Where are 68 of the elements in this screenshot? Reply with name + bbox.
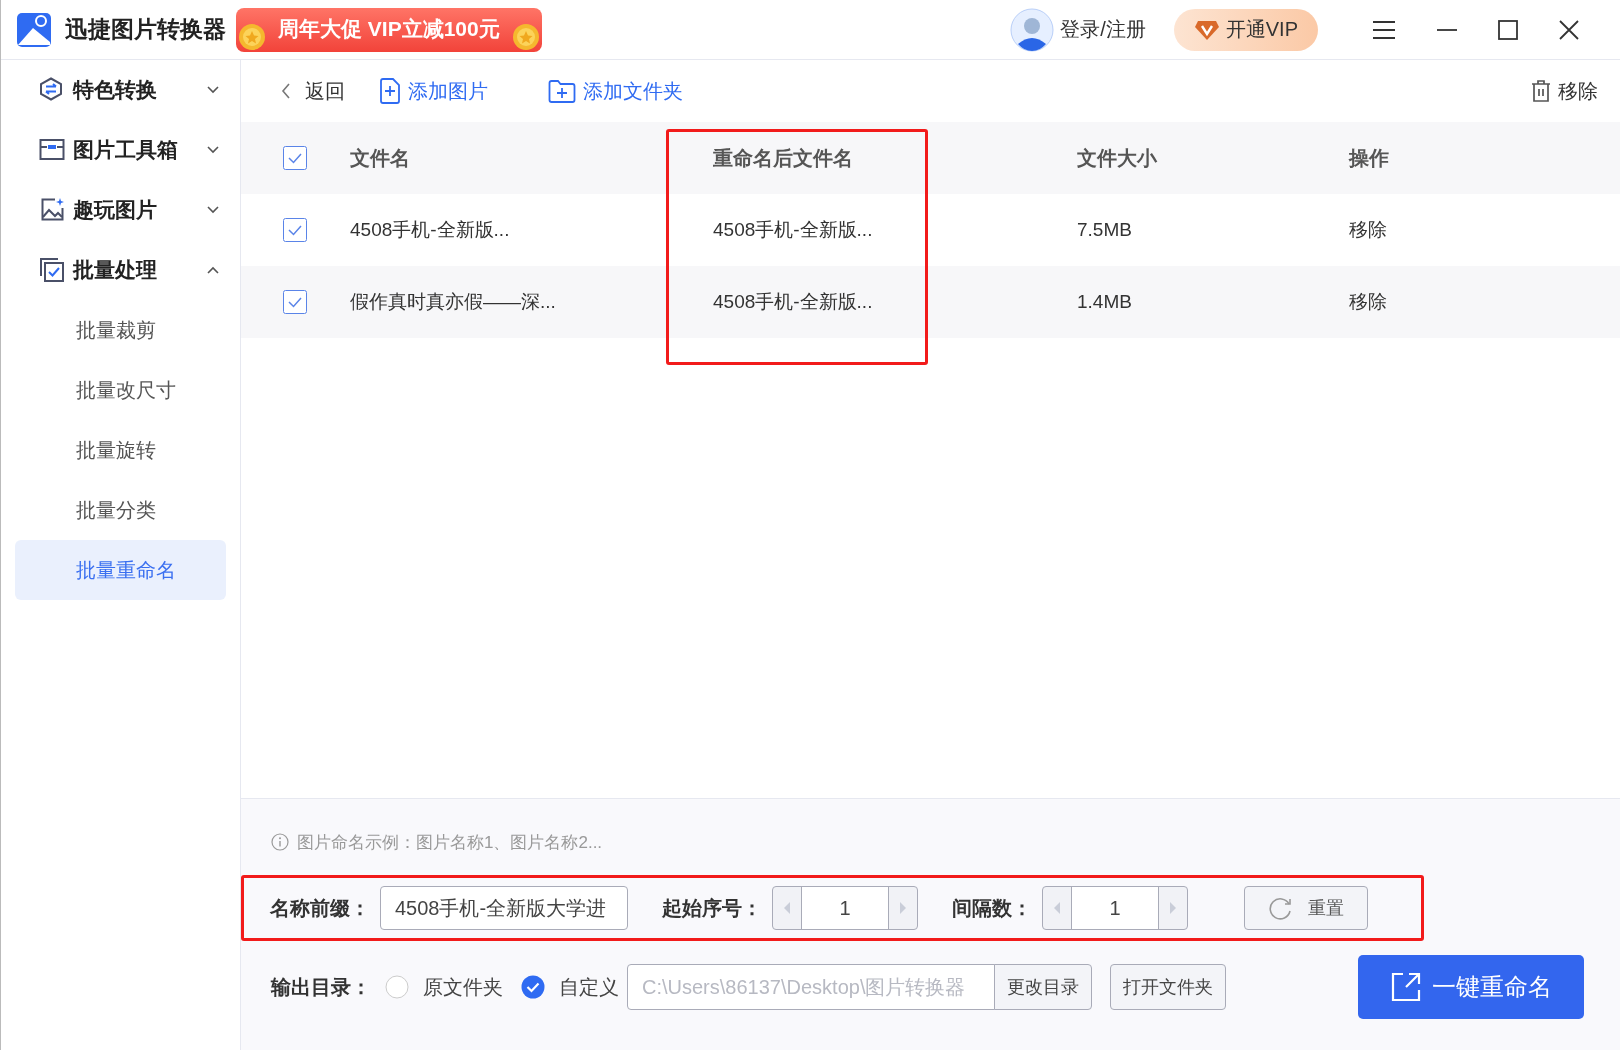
rename-button[interactable]: 一键重命名	[1358, 955, 1584, 1019]
field-label: 间隔数：	[952, 895, 1032, 921]
info-icon	[271, 833, 289, 851]
add-folder-button[interactable]: 添加文件夹	[548, 77, 683, 105]
checked-checkbox[interactable]	[283, 290, 307, 314]
close-icon[interactable]	[1558, 18, 1580, 41]
table-cell-text: 假作真时真亦假——深...	[350, 290, 557, 314]
checked-checkbox[interactable]	[283, 218, 307, 242]
radio-option[interactable]: 原文件夹	[385, 973, 503, 1001]
table-cell-text: 4508手机-全新版...	[713, 218, 874, 242]
hint-text: 图片命名示例：图片名称1、图片名称2...	[297, 831, 603, 854]
remove-button[interactable]: 移除	[1531, 77, 1598, 105]
menu-icon[interactable]	[1372, 19, 1396, 40]
column-header: 操作	[1349, 145, 1390, 171]
field-label: 名称前缀：	[270, 895, 370, 921]
refresh-icon	[1268, 896, 1294, 920]
avatar-icon	[1010, 7, 1055, 52]
sidebar-group[interactable]: 特色转换	[15, 60, 226, 120]
field-label: 起始序号：	[662, 895, 762, 921]
sidebar-item[interactable]: 批量重命名	[15, 540, 226, 600]
radio-checked-icon	[521, 975, 545, 999]
folder-plus-icon	[548, 79, 576, 103]
column-header: 文件大小	[1077, 145, 1158, 171]
sidebar-item[interactable]: 批量裁剪	[15, 300, 226, 360]
app-title: 迅捷图片转换器	[65, 15, 226, 44]
sidebar-item[interactable]: 批量改尺寸	[15, 360, 226, 420]
maximize-icon[interactable]	[1498, 19, 1518, 40]
column-header: 文件名	[350, 145, 411, 171]
hexagon-arrows-icon	[39, 77, 65, 103]
chevron-down-icon	[206, 85, 220, 95]
chevron-down-icon	[206, 145, 220, 155]
chevron-left-icon	[281, 83, 291, 99]
change-directory-button[interactable]: 更改目录	[994, 964, 1092, 1010]
table-cell-text: 1.4MB	[1077, 291, 1133, 313]
image-sparkle-icon	[39, 197, 65, 223]
chevron-up-icon	[206, 265, 220, 275]
sidebar-group[interactable]: 批量处理	[15, 240, 226, 300]
column-header: 重命名后文件名	[713, 145, 854, 171]
back-button[interactable]: 返回	[281, 77, 345, 105]
field-label: 输出目录：	[271, 974, 371, 1000]
vip-button[interactable]: 开通VIP	[1173, 8, 1318, 51]
radio-option[interactable]: 自定义	[521, 973, 619, 1001]
remove-link[interactable]: 移除	[1349, 291, 1387, 312]
logo-icon	[16, 11, 52, 48]
login-link[interactable]: 登录/注册	[1060, 16, 1146, 43]
external-link-icon	[1390, 971, 1422, 1003]
table-cell-text: 4508手机-全新版...	[350, 218, 511, 242]
sidebar-group[interactable]: 趣玩图片	[15, 180, 226, 240]
open-folder-button[interactable]: 打开文件夹	[1110, 964, 1226, 1010]
checked-checkbox[interactable]	[283, 146, 307, 170]
diamond-icon	[1193, 18, 1220, 41]
table-cell-text: 7.5MB	[1077, 219, 1133, 241]
remove-link[interactable]: 移除	[1349, 219, 1387, 240]
toolbox-icon	[39, 137, 65, 163]
add-image-button[interactable]: 添加图片	[379, 77, 488, 105]
radio-unchecked-icon	[385, 975, 409, 999]
sidebar-item[interactable]: 批量旋转	[15, 420, 226, 480]
sidebar-group[interactable]: 图片工具箱	[15, 120, 226, 180]
reset-button[interactable]: 重置	[1244, 886, 1368, 930]
stacked-checkbox-icon	[39, 257, 65, 283]
prefix-field[interactable]: 4508手机-全新版大学进	[380, 886, 628, 930]
trash-icon	[1531, 79, 1551, 103]
chevron-down-icon	[206, 205, 220, 215]
coin-icon	[238, 22, 266, 51]
coin-icon	[511, 22, 540, 51]
sidebar-item[interactable]: 批量分类	[15, 480, 226, 540]
file-plus-icon	[379, 78, 401, 104]
table-cell-text: 4508手机-全新版...	[713, 290, 874, 314]
